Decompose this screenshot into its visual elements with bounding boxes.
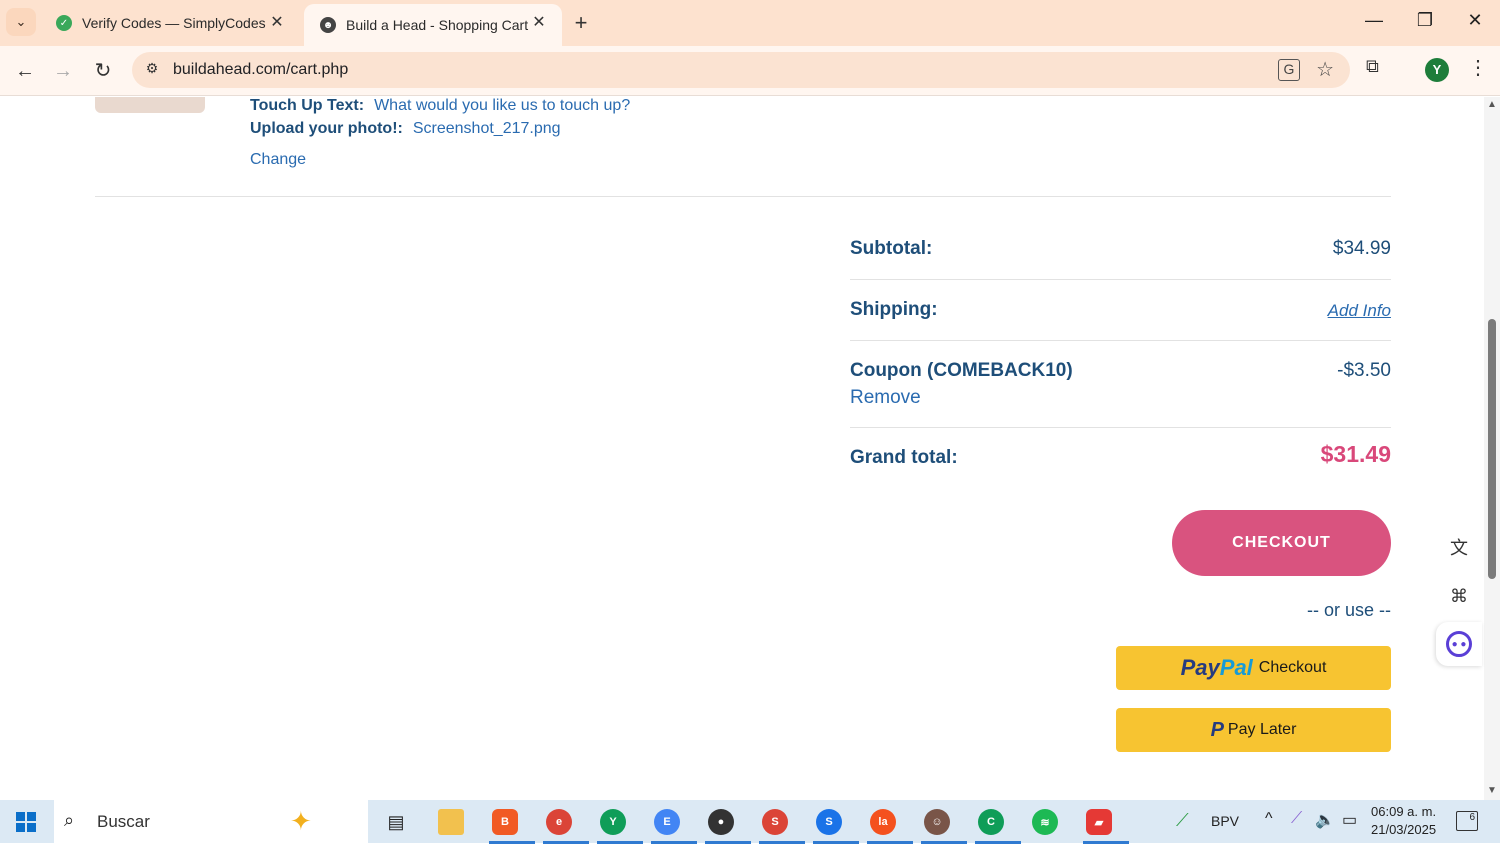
profile-avatar[interactable]: Y bbox=[1425, 58, 1449, 82]
browser-toolbar: ← → ↻ ⚙ buildahead.com/cart.php G ☆ bbox=[0, 46, 1500, 96]
reload-icon[interactable]: ↻ bbox=[88, 56, 118, 86]
cart-page: Touch Up Text: What would you like us to … bbox=[0, 97, 1484, 800]
anydesk-icon[interactable]: ▰ bbox=[1083, 806, 1129, 844]
extensions-puzzle-icon[interactable]: ⧉ bbox=[1366, 56, 1379, 77]
back-arrow-icon[interactable]: ← bbox=[10, 56, 40, 86]
minimize-icon[interactable]: — bbox=[1359, 10, 1389, 31]
grand-total-value: $31.49 bbox=[1320, 441, 1391, 467]
chrome-profile-y-icon[interactable]: Y bbox=[597, 806, 643, 844]
assistant-bot-icon[interactable]: ● ● bbox=[1436, 622, 1482, 666]
bookmark-star-icon[interactable]: ☆ bbox=[1316, 57, 1334, 82]
change-link[interactable]: Change bbox=[250, 151, 306, 169]
chrome-profile-photo-icon[interactable]: ☺ bbox=[921, 806, 967, 844]
spotify-icon[interactable]: ≋ bbox=[1029, 806, 1061, 838]
paypal-checkout-button[interactable]: PayPal Checkout bbox=[1116, 646, 1391, 690]
buildahead-favicon-icon: ☻ bbox=[320, 17, 336, 33]
paypal-logo: PayPal bbox=[1180, 655, 1253, 680]
sparkle-icon: ✦ bbox=[290, 806, 312, 836]
file-explorer-icon[interactable] bbox=[435, 806, 467, 838]
summary-divider bbox=[850, 340, 1391, 341]
volume-icon[interactable]: 🔈 bbox=[1315, 810, 1335, 830]
pen-icon[interactable]: ⟋ bbox=[1291, 810, 1302, 828]
tab-simplycodes[interactable]: ✓ Verify Codes — SimplyCodes ✕ bbox=[40, 0, 300, 46]
touch-up-value: What would you like us to touch up? bbox=[374, 97, 631, 114]
shipping-label: Shipping: bbox=[850, 299, 938, 320]
page-scrollbar[interactable]: ▲ ▼ bbox=[1484, 97, 1500, 800]
paypal-pay-later-button[interactable]: P Pay Later bbox=[1116, 708, 1391, 752]
upload-value: Screenshot_217.png bbox=[412, 120, 561, 137]
scroll-up-arrow-icon[interactable]: ▲ bbox=[1487, 99, 1497, 110]
close-tab-icon[interactable]: ✕ bbox=[530, 14, 548, 32]
translate-tool-icon[interactable]: 文 bbox=[1436, 525, 1482, 569]
summary-divider bbox=[850, 427, 1391, 428]
subtotal-value: $34.99 bbox=[1332, 238, 1391, 259]
notification-center-icon[interactable]: 6 bbox=[1456, 811, 1478, 831]
stock-trend-icon[interactable]: ⟋ bbox=[1176, 810, 1189, 831]
coupon-value: -$3.50 bbox=[1337, 360, 1391, 381]
clock-time: 06:09 a. m. bbox=[1371, 804, 1437, 819]
brave-browser-icon[interactable]: B bbox=[489, 806, 535, 844]
subtotal-label: Subtotal: bbox=[850, 238, 933, 259]
scroll-down-arrow-icon[interactable]: ▼ bbox=[1487, 785, 1497, 796]
tab-buildahead[interactable]: ☻ Build a Head - Shopping Cart ✕ bbox=[304, 4, 562, 46]
coupon-label: Coupon (COMEBACK10) bbox=[850, 360, 1073, 381]
item-divider bbox=[95, 196, 1391, 197]
tab-search-icon[interactable]: ⌄ bbox=[6, 8, 36, 36]
upload-row: Upload your photo!: Screenshot_217.png bbox=[250, 120, 561, 138]
close-tab-icon[interactable]: ✕ bbox=[268, 14, 286, 32]
site-info-icon[interactable]: ⚙ bbox=[142, 60, 162, 80]
upload-label: Upload your photo!: bbox=[250, 120, 403, 137]
chrome-profile-dark-icon[interactable]: ● bbox=[705, 806, 751, 844]
tab-title: Verify Codes — SimplyCodes bbox=[82, 15, 266, 31]
windows-start-icon[interactable] bbox=[16, 812, 36, 832]
scrollbar-thumb[interactable] bbox=[1488, 319, 1496, 579]
simplycodes-favicon-icon: ✓ bbox=[56, 15, 72, 31]
taskbar-search-box[interactable]: ⌕ Buscar ✦ bbox=[54, 800, 368, 843]
touch-up-label: Touch Up Text: bbox=[250, 97, 365, 114]
paypal-checkout-label: Checkout bbox=[1258, 659, 1327, 676]
windows-taskbar: ⌕ Buscar ✦ ▤ B e Y E ● S S la ☺ C ≋ ▰ ⟋ … bbox=[0, 800, 1500, 844]
network-icon[interactable]: ▭ bbox=[1342, 810, 1357, 830]
product-thumbnail bbox=[95, 97, 205, 113]
window-close-icon[interactable]: ✕ bbox=[1460, 10, 1490, 31]
browser-tab-bar: ⌄ ✓ Verify Codes — SimplyCodes ✕ ☻ Build… bbox=[0, 0, 1500, 46]
search-icon: ⌕ bbox=[64, 810, 75, 830]
url-text[interactable]: buildahead.com/cart.php bbox=[173, 61, 348, 79]
checkout-button[interactable]: CHECKOUT bbox=[1172, 510, 1391, 576]
browser-menu-icon[interactable]: ⋮ bbox=[1468, 55, 1488, 80]
address-bar[interactable]: ⚙ buildahead.com/cart.php G ☆ bbox=[132, 52, 1350, 88]
chrome-profile-la-icon[interactable]: la bbox=[867, 806, 913, 844]
apps-grid-icon[interactable]: ⌘ bbox=[1436, 574, 1482, 618]
touch-up-row: Touch Up Text: What would you like us to … bbox=[250, 97, 630, 115]
paypal-p-icon: P bbox=[1210, 718, 1224, 741]
tab-title: Build a Head - Shopping Cart bbox=[346, 17, 529, 33]
tray-overflow-chevron-icon[interactable]: ^ bbox=[1265, 810, 1273, 828]
chrome-profile-e-icon[interactable]: e bbox=[543, 806, 589, 844]
chrome-profile-c-icon[interactable]: C bbox=[975, 806, 1021, 844]
chrome-profile-e2-icon[interactable]: E bbox=[651, 806, 697, 844]
task-view-icon[interactable]: ▤ bbox=[380, 806, 412, 838]
system-clock[interactable]: 06:09 a. m. 21/03/2025 bbox=[1371, 803, 1436, 839]
or-use-text: -- or use -- bbox=[1306, 600, 1391, 620]
maximize-icon[interactable]: ❐ bbox=[1410, 10, 1440, 31]
coupon-remove-link[interactable]: Remove bbox=[850, 387, 921, 409]
pay-later-label: Pay Later bbox=[1227, 721, 1297, 738]
new-tab-icon[interactable]: + bbox=[568, 10, 594, 36]
grand-total-label: Grand total: bbox=[850, 447, 958, 468]
chrome-profile-s-icon[interactable]: S bbox=[759, 806, 805, 844]
clock-date: 21/03/2025 bbox=[1371, 822, 1437, 837]
stock-ticker-label[interactable]: BPV bbox=[1211, 813, 1239, 829]
taskbar-search-placeholder: Buscar bbox=[97, 812, 150, 831]
forward-arrow-icon[interactable]: → bbox=[48, 56, 78, 86]
translate-icon[interactable]: G bbox=[1278, 59, 1300, 81]
shipping-add-info-link[interactable]: Add Info bbox=[1328, 301, 1391, 321]
chrome-profile-s2-icon[interactable]: S bbox=[813, 806, 859, 844]
summary-divider bbox=[850, 279, 1391, 280]
